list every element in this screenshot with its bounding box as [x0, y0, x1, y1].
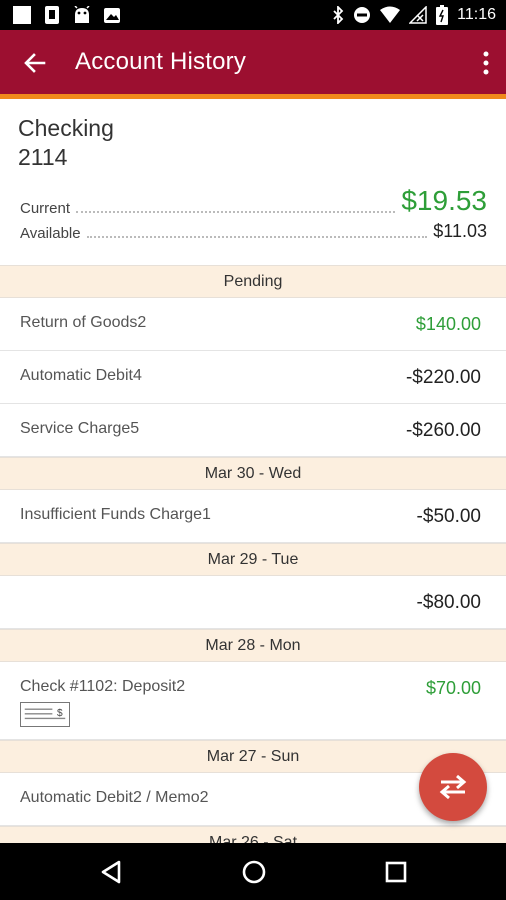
- transaction-description: Check #1102: Deposit2: [20, 678, 186, 695]
- page-title: Account History: [75, 48, 247, 75]
- transaction-description: Automatic Debit4: [20, 367, 142, 384]
- transaction-description: Insufficient Funds Charge1: [20, 506, 211, 523]
- available-label: Available: [20, 225, 81, 242]
- status-time: 11:16: [457, 6, 496, 23]
- battery-icon: [436, 5, 449, 25]
- current-label: Current: [20, 200, 71, 217]
- image-icon: [104, 8, 120, 23]
- transaction-row[interactable]: Service Charge5 -$260.00: [0, 404, 506, 457]
- transaction-row[interactable]: -$80.00: [0, 576, 506, 629]
- no-signal-icon: [409, 6, 427, 24]
- transaction-amount: -$80.00: [416, 592, 481, 613]
- bluetooth-icon: [333, 6, 344, 24]
- section-header: Mar 29 - Tue: [0, 543, 506, 576]
- more-vertical-icon[interactable]: [480, 48, 492, 78]
- account-name: Checking: [18, 115, 114, 141]
- system-nav-bar: [0, 843, 506, 900]
- app-bar: Account History: [0, 30, 506, 94]
- transaction-row[interactable]: Insufficient Funds Charge1 -$50.00: [0, 490, 506, 543]
- recents-square-icon[interactable]: [381, 857, 411, 887]
- section-header: Mar 26 - Sat: [0, 826, 506, 843]
- swap-arrows-icon: [439, 774, 467, 800]
- android-icon: [74, 6, 90, 23]
- square-icon: [13, 6, 31, 24]
- transaction-list[interactable]: Pending Return of Goods2 $140.00 Automat…: [0, 265, 506, 843]
- account-summary: Checking 2114 Current $19.53 Available $…: [0, 99, 506, 265]
- arrow-left-icon[interactable]: [22, 50, 48, 76]
- current-balance-value: $19.53: [401, 185, 487, 216]
- transaction-amount: $140.00: [415, 314, 481, 334]
- dotted-leader: [86, 236, 428, 238]
- transaction-amount: -$220.00: [405, 367, 481, 388]
- back-triangle-icon[interactable]: [97, 857, 127, 887]
- transaction-amount: -$260.00: [405, 420, 481, 441]
- transaction-row[interactable]: Return of Goods2 $140.00: [0, 298, 506, 351]
- status-bar: 11:16: [0, 0, 506, 30]
- wifi-icon: [380, 6, 401, 23]
- transaction-row[interactable]: Check #1102: Deposit2 $70.00 $: [0, 662, 506, 740]
- transaction-row[interactable]: Automatic Debit4 -$220.00: [0, 351, 506, 404]
- status-right-icons: 11:16: [332, 5, 496, 25]
- transaction-amount: -$50.00: [416, 506, 481, 527]
- dotted-leader: [76, 211, 396, 213]
- do-not-disturb-icon: [354, 7, 371, 23]
- transfer-fab-button[interactable]: [419, 753, 487, 821]
- check-image-icon[interactable]: $: [20, 702, 70, 727]
- section-header: Pending: [0, 265, 506, 298]
- sim-icon: [45, 6, 59, 24]
- home-circle-icon[interactable]: [239, 857, 269, 887]
- available-balance-row: Available $11.03: [20, 221, 487, 242]
- current-balance-row: Current $19.53: [20, 185, 487, 217]
- section-header: Mar 28 - Mon: [0, 629, 506, 662]
- transaction-amount: $70.00: [425, 678, 481, 698]
- transaction-description: Return of Goods2: [20, 314, 147, 331]
- svg-text:$: $: [57, 708, 63, 719]
- available-balance-value: $11.03: [433, 221, 487, 241]
- status-left-icons: [12, 6, 122, 24]
- transaction-description: Automatic Debit2 / Memo2: [20, 789, 209, 806]
- account-number: 2114: [18, 144, 68, 170]
- section-header: Mar 30 - Wed: [0, 457, 506, 490]
- transaction-description: Service Charge5: [20, 420, 140, 437]
